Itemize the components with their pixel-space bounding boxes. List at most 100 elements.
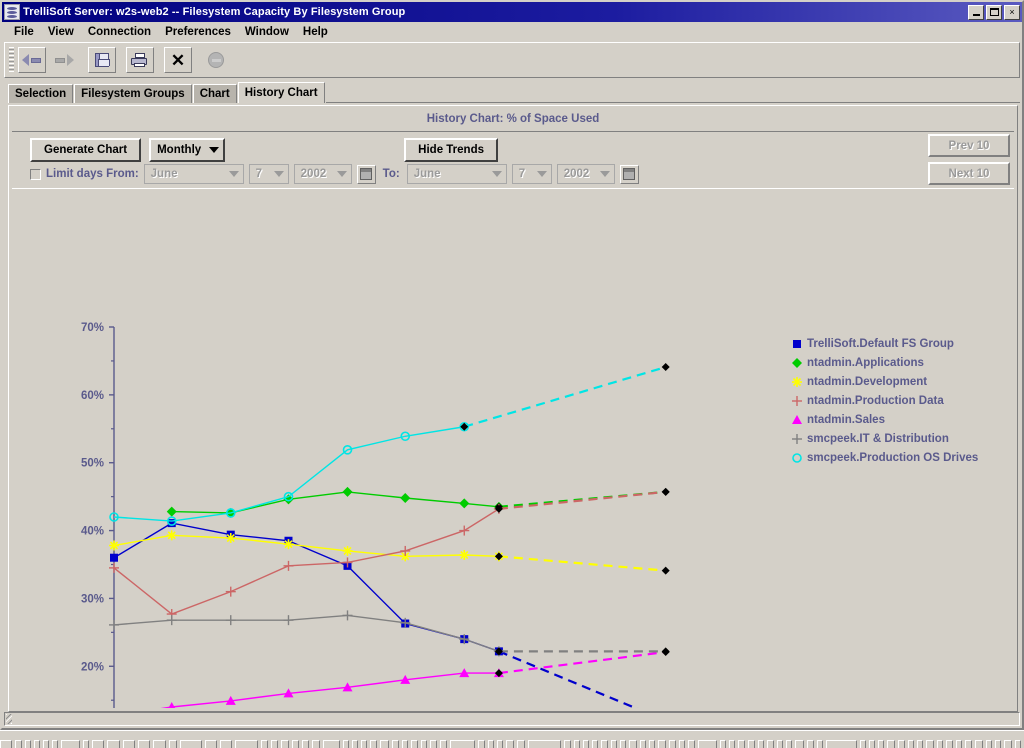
- taskbar-item[interactable]: [964, 740, 972, 748]
- taskbar-item[interactable]: [620, 740, 627, 748]
- taskbar-item[interactable]: [312, 740, 321, 748]
- taskbar-item[interactable]: [582, 740, 589, 748]
- legend-item[interactable]: ntadmin.Sales: [789, 410, 978, 429]
- menu-window[interactable]: Window: [239, 24, 295, 40]
- taskbar-item[interactable]: [24, 740, 31, 748]
- taskbar-item[interactable]: [816, 740, 823, 748]
- maximize-button[interactable]: [986, 4, 1002, 20]
- taskbar-item[interactable]: [611, 740, 618, 748]
- taskbar-item[interactable]: [91, 740, 105, 748]
- taskbar-item[interactable]: [657, 740, 667, 748]
- taskbar-item[interactable]: [168, 740, 177, 748]
- legend-item[interactable]: ntadmin.Production Data: [789, 391, 978, 410]
- taskbar-item[interactable]: [688, 740, 695, 748]
- toolbar-grip[interactable]: [9, 47, 14, 73]
- taskbar-item[interactable]: [738, 740, 745, 748]
- tab-selection[interactable]: Selection: [8, 84, 74, 103]
- taskbar-item[interactable]: [82, 740, 89, 748]
- menu-help[interactable]: Help: [297, 24, 334, 40]
- hide-trends-button[interactable]: Hide Trends: [404, 138, 498, 162]
- resize-grip[interactable]: [6, 714, 12, 724]
- taskbar-item[interactable]: [806, 740, 814, 748]
- taskbar-item[interactable]: [351, 740, 359, 748]
- taskbar-item[interactable]: [697, 740, 718, 748]
- next-10-button[interactable]: Next 10: [928, 162, 1010, 185]
- generate-chart-button[interactable]: Generate Chart: [30, 138, 142, 162]
- taskbar-item[interactable]: [878, 740, 885, 748]
- interval-select[interactable]: Monthly: [149, 138, 226, 162]
- taskbar-item[interactable]: [860, 740, 867, 748]
- taskbar-item[interactable]: [825, 740, 857, 748]
- taskbar-item[interactable]: [219, 740, 233, 748]
- taskbar-item[interactable]: [729, 740, 736, 748]
- taskbar-item[interactable]: [1014, 740, 1021, 748]
- legend-item[interactable]: TrelliSoft.Default FS Group: [789, 334, 978, 353]
- from-calendar-button[interactable]: [356, 164, 376, 184]
- taskbar-item[interactable]: [629, 740, 637, 748]
- taskbar-item[interactable]: [955, 740, 962, 748]
- taskbar-item[interactable]: [1004, 740, 1012, 748]
- taskbar-item[interactable]: [401, 740, 408, 748]
- taskbar-item[interactable]: [869, 740, 876, 748]
- taskbar-item[interactable]: [291, 740, 299, 748]
- taskbar-item[interactable]: [573, 740, 580, 748]
- taskbar-item[interactable]: [440, 740, 447, 748]
- taskbar-item[interactable]: [61, 740, 80, 748]
- taskbar-item[interactable]: [786, 740, 793, 748]
- legend-item[interactable]: ntadmin.Development: [789, 372, 978, 391]
- taskbar-item[interactable]: [916, 740, 924, 748]
- taskbar-item[interactable]: [517, 740, 526, 748]
- taskbar-item[interactable]: [361, 740, 368, 748]
- tab-history-chart[interactable]: History Chart: [237, 82, 325, 103]
- taskbar-item[interactable]: [907, 740, 914, 748]
- taskbar-item[interactable]: [795, 740, 804, 748]
- taskbar-item[interactable]: [33, 740, 40, 748]
- save-button[interactable]: [88, 47, 116, 73]
- taskbar-item[interactable]: [137, 740, 151, 748]
- taskbar-item[interactable]: [323, 740, 340, 748]
- taskbar-item[interactable]: [937, 740, 944, 748]
- taskbar-item[interactable]: [122, 740, 135, 748]
- taskbar-item[interactable]: [639, 740, 646, 748]
- tab-chart[interactable]: Chart: [192, 84, 237, 103]
- taskbar-item[interactable]: [974, 740, 984, 748]
- legend-item[interactable]: ntadmin.Applications: [789, 353, 978, 372]
- taskbar-item[interactable]: [564, 740, 571, 748]
- taskbar-item[interactable]: [496, 740, 503, 748]
- taskbar-item[interactable]: [430, 740, 438, 748]
- taskbar-item[interactable]: [528, 740, 562, 748]
- taskbar-item[interactable]: [478, 740, 485, 748]
- taskbar-item[interactable]: [370, 740, 378, 748]
- taskbar-item[interactable]: [600, 740, 609, 748]
- prev-10-button[interactable]: Prev 10: [928, 134, 1010, 157]
- taskbar-item[interactable]: [271, 740, 279, 748]
- menu-file[interactable]: File: [8, 24, 40, 40]
- taskbar-item[interactable]: [51, 740, 59, 748]
- taskbar-item[interactable]: [747, 740, 755, 748]
- taskbar-item[interactable]: [591, 740, 598, 748]
- taskbar-item[interactable]: [777, 740, 784, 748]
- taskbar-item[interactable]: [648, 740, 655, 748]
- taskbar-item[interactable]: [679, 740, 686, 748]
- taskbar-item[interactable]: [204, 740, 217, 748]
- taskbar-item[interactable]: [986, 740, 993, 748]
- taskbar-item[interactable]: [179, 740, 202, 748]
- taskbar-item[interactable]: [380, 740, 389, 748]
- print-button[interactable]: [126, 47, 154, 73]
- taskbar-item[interactable]: [0, 740, 13, 748]
- taskbar-item[interactable]: [487, 740, 494, 748]
- taskbar-item[interactable]: [897, 740, 905, 748]
- tab-filesystem-groups[interactable]: Filesystem Groups: [74, 84, 192, 103]
- taskbar-item[interactable]: [421, 740, 428, 748]
- minimize-button[interactable]: [968, 4, 984, 20]
- menu-connection[interactable]: Connection: [82, 24, 157, 40]
- taskbar-item[interactable]: [757, 740, 764, 748]
- taskbar-item[interactable]: [391, 740, 399, 748]
- taskbar-item[interactable]: [995, 740, 1002, 748]
- close-button[interactable]: ×: [1004, 4, 1020, 20]
- legend-item[interactable]: smcpeek.Production OS Drives: [789, 448, 978, 467]
- taskbar-item[interactable]: [261, 740, 269, 748]
- taskbar-item[interactable]: [107, 740, 120, 748]
- taskbar-item[interactable]: [42, 740, 49, 748]
- back-button[interactable]: [18, 47, 46, 73]
